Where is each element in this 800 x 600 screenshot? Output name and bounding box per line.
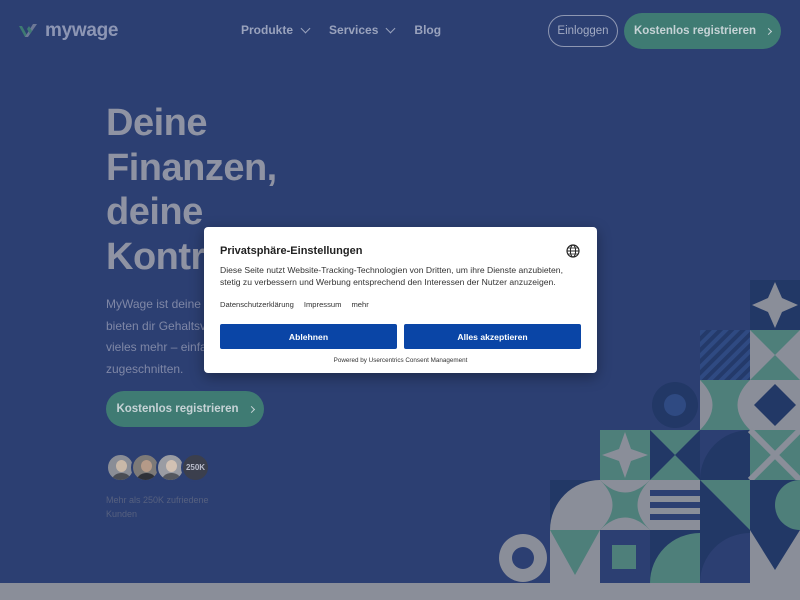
hero-title-line: Finanzen, <box>106 146 277 189</box>
chevron-down-icon <box>300 23 311 33</box>
bottom-strip <box>0 583 800 600</box>
logo[interactable]: mywage <box>18 20 118 42</box>
page: mywage Produkte Services Blog Einloggen … <box>0 0 800 600</box>
imprint-link[interactable]: Impressum <box>304 300 342 309</box>
globe-icon[interactable] <box>566 244 580 258</box>
register-button-label: Kostenlos registrieren <box>633 25 757 37</box>
nav-links: Produkte Services Blog <box>241 23 441 37</box>
consent-dialog: Privatsphäre-Einstellungen Diese Seite n… <box>204 227 597 373</box>
logo-icon <box>19 24 37 37</box>
logo-text: mywage <box>45 20 119 41</box>
powered-by-text: Powered by Usercentrics Consent Manageme… <box>333 357 468 364</box>
consent-links: Datenschutzerklärung Impressum mehr <box>220 300 369 309</box>
consent-text-line: Diese Seite nutzt Website-Tracking-Techn… <box>220 265 563 275</box>
nav-item-label: Produkte <box>241 23 294 37</box>
customers-text: Mehr als 250K zufriedene Kunden <box>106 494 236 521</box>
chevron-right-icon <box>764 27 773 35</box>
hero-register-button-label: Kostenlos registrieren <box>116 403 239 415</box>
nav-item-label: Blog <box>414 23 442 37</box>
nav-item-blog[interactable]: Blog <box>414 23 441 37</box>
login-button[interactable]: Einloggen <box>548 15 618 47</box>
top-nav: mywage Produkte Services Blog Einloggen … <box>0 0 800 62</box>
hero-title-line: Deine <box>106 102 207 144</box>
customer-count-badge: 250K <box>181 453 210 482</box>
nav-item-produkte[interactable]: Produkte <box>241 23 311 37</box>
accept-all-button[interactable]: Alles akzeptieren <box>404 324 581 349</box>
chevron-down-icon <box>385 23 396 33</box>
decline-button[interactable]: Ablehnen <box>220 324 397 349</box>
consent-text-line: stetig zu verbessern und Werbung entspre… <box>220 276 556 287</box>
register-button[interactable]: Kostenlos registrieren <box>624 13 781 49</box>
more-link[interactable]: mehr <box>351 300 368 309</box>
consent-title: Privatsphäre-Einstellungen <box>220 245 363 257</box>
customers-text-line: Mehr als 250K zufriedene <box>106 495 209 505</box>
customer-avatars: 250K <box>106 453 210 482</box>
nav-item-services[interactable]: Services <box>329 23 396 37</box>
customers-text-line: Kunden <box>106 508 138 519</box>
chevron-right-icon <box>247 405 255 413</box>
privacy-policy-link[interactable]: Datenschutzerklärung <box>220 300 294 309</box>
nav-item-label: Services <box>329 23 379 37</box>
consent-text: Diese Seite nutzt Website-Tracking-Techn… <box>220 265 580 288</box>
hero-register-button[interactable]: Kostenlos registrieren <box>106 391 264 427</box>
